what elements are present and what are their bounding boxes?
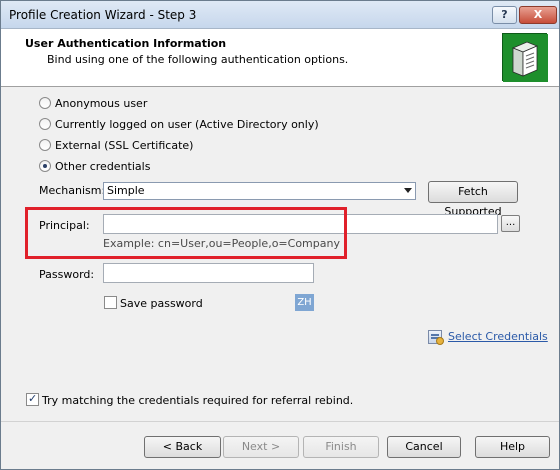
header-subtitle: Bind using one of the following authenti… — [47, 53, 349, 66]
mechanism-label: Mechanism: — [39, 184, 106, 197]
server-icon — [502, 33, 548, 82]
radio-button[interactable] — [39, 160, 51, 172]
radio-label: Other credentials — [55, 159, 151, 173]
radio-button[interactable] — [39, 139, 51, 151]
chevron-down-icon — [404, 188, 412, 193]
close-button[interactable]: X — [519, 6, 557, 24]
window-title: Profile Creation Wizard - Step 3 — [9, 8, 197, 22]
credentials-icon — [428, 330, 444, 345]
radio-external[interactable]: External (SSL Certificate) — [39, 137, 193, 153]
radio-button[interactable] — [39, 118, 51, 130]
save-password-checkbox[interactable] — [104, 296, 117, 309]
back-button[interactable]: < Back — [144, 436, 221, 458]
password-field[interactable] — [103, 263, 314, 283]
password-label: Password: — [39, 268, 95, 281]
radio-anonymous[interactable]: Anonymous user — [39, 95, 147, 111]
referral-rebind-checkbox[interactable] — [26, 392, 39, 406]
help-title-button[interactable]: ? — [492, 6, 517, 24]
wizard-header: User Authentication Information Bind usi… — [1, 29, 559, 87]
radio-other-credentials[interactable]: Other credentials — [39, 158, 150, 174]
mechanism-select[interactable]: Simple — [103, 182, 416, 200]
radio-label: Currently logged on user (Active Directo… — [55, 117, 319, 131]
ime-badge: ZH — [295, 294, 314, 311]
finish-button[interactable]: Finish — [303, 436, 379, 458]
title-bar: Profile Creation Wizard - Step 3 ? X — [1, 1, 559, 29]
footer-divider — [1, 421, 559, 422]
radio-button[interactable] — [39, 97, 51, 109]
header-title: User Authentication Information — [25, 37, 227, 50]
radio-current-user[interactable]: Currently logged on user (Active Directo… — [39, 116, 319, 132]
radio-label: Anonymous user — [55, 96, 148, 110]
next-button[interactable]: Next > — [223, 436, 299, 458]
save-password-label: Save password — [120, 297, 203, 310]
referral-rebind-label: Try matching the credentials required fo… — [42, 394, 354, 407]
wizard-window: Profile Creation Wizard - Step 3 ? X Use… — [0, 0, 560, 470]
highlight-box — [25, 207, 347, 259]
fetch-supported-button[interactable]: Fetch Supported — [428, 181, 518, 218]
select-credentials-link[interactable]: Select Credentials — [448, 330, 548, 343]
help-button[interactable]: Help — [475, 436, 550, 458]
mechanism-value: Simple — [107, 184, 145, 197]
radio-label: External (SSL Certificate) — [55, 138, 194, 152]
browse-principal-button[interactable]: ... — [501, 215, 520, 232]
cancel-button[interactable]: Cancel — [387, 436, 461, 458]
